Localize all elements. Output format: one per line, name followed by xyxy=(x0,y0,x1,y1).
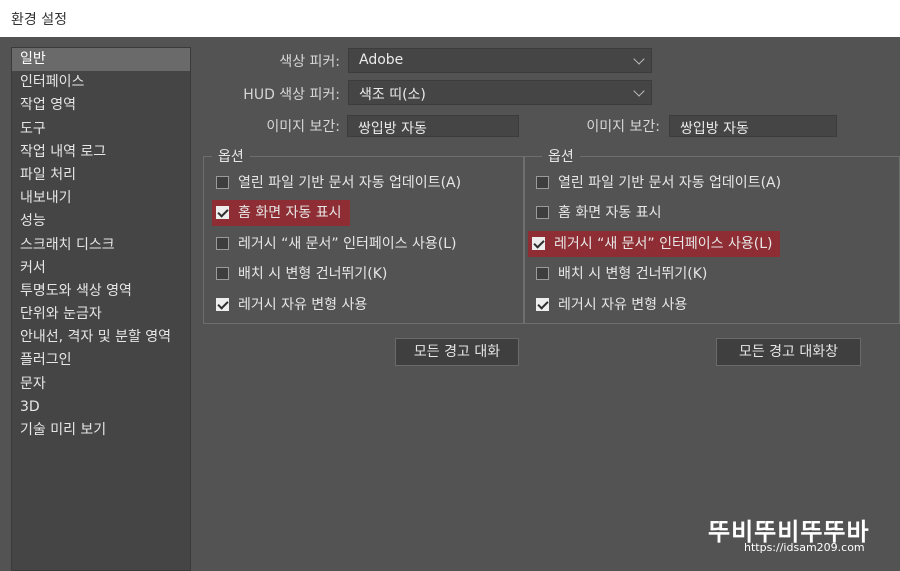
hud-color-picker-label: HUD 색상 피커: xyxy=(243,87,340,103)
hud-color-picker-select[interactable]: 색조 띠(소) xyxy=(348,80,652,105)
checkbox[interactable] xyxy=(536,176,549,189)
checkbox[interactable] xyxy=(216,267,229,280)
window-title: 환경 설정 xyxy=(0,0,900,37)
option-skip-transform-on-place[interactable]: 배치 시 변형 건너뛰기(K) xyxy=(532,261,715,287)
option-label: 열린 파일 기반 문서 자동 업데이트(A) xyxy=(558,175,782,191)
options-group-left: 옵션 열린 파일 기반 문서 자동 업데이트(A) 홈 화면 자동 표시 레거시… xyxy=(203,146,525,324)
option-legacy-free-transform[interactable]: 레거시 자유 변형 사용 xyxy=(212,292,375,318)
sidebar-item-cursors[interactable]: 커서 xyxy=(12,257,190,280)
sidebar-item-export[interactable]: 내보내기 xyxy=(12,187,190,210)
checkbox[interactable] xyxy=(216,237,229,250)
image-interpolation-label: 이미지 보간: xyxy=(266,119,340,135)
option-label: 배치 시 변형 건너뛰기(K) xyxy=(238,266,388,282)
color-picker-label: 색상 피커: xyxy=(279,54,340,70)
option-legacy-free-transform[interactable]: 레거시 자유 변형 사용 xyxy=(532,292,695,318)
option-legacy-new-document[interactable]: 레거시 “새 문서” 인터페이스 사용(L) xyxy=(528,231,781,257)
image-interpolation-label-right: 이미지 보간: xyxy=(586,119,660,135)
image-interpolation-select-right[interactable]: 쌍입방 자동 xyxy=(669,115,837,137)
option-legacy-new-document[interactable]: 레거시 “새 문서” 인터페이스 사용(L) xyxy=(212,231,464,257)
checkbox[interactable] xyxy=(216,176,229,189)
reset-all-warnings-button[interactable]: 모든 경고 대화 xyxy=(395,338,519,366)
chevron-down-icon xyxy=(633,85,645,97)
option-auto-update-open-docs[interactable]: 열린 파일 기반 문서 자동 업데이트(A) xyxy=(212,170,469,196)
chevron-down-icon xyxy=(633,53,645,65)
sidebar-item-interface[interactable]: 인터페이스 xyxy=(12,71,190,94)
preferences-sidebar: 일반 인터페이스 작업 영역 도구 작업 내역 로그 파일 처리 내보내기 성능… xyxy=(11,47,191,571)
sidebar-item-performance[interactable]: 성능 xyxy=(12,210,190,233)
sidebar-item-workspace[interactable]: 작업 영역 xyxy=(12,94,190,117)
sidebar-item-transparency-gamut[interactable]: 투명도와 색상 영역 xyxy=(12,280,190,303)
option-auto-show-home-screen[interactable]: 홈 화면 자동 표시 xyxy=(212,200,350,226)
checkbox[interactable] xyxy=(536,267,549,280)
options-group-title: 옵션 xyxy=(212,146,250,166)
options-group-title: 옵션 xyxy=(542,146,580,166)
option-label: 열린 파일 기반 문서 자동 업데이트(A) xyxy=(238,175,462,191)
options-group-right: 옵션 열린 파일 기반 문서 자동 업데이트(A) 홈 화면 자동 표시 레거시… xyxy=(523,146,900,324)
sidebar-item-plugins[interactable]: 플러그인 xyxy=(12,349,190,372)
reset-all-warnings-button-right[interactable]: 모든 경고 대화창 xyxy=(716,338,861,366)
option-skip-transform-on-place[interactable]: 배치 시 변형 건너뛰기(K) xyxy=(212,261,395,287)
watermark: 뚜비뚜비뚜뚜바 https://idsam209.com xyxy=(708,512,892,562)
sidebar-item-units-rulers[interactable]: 단위와 눈금자 xyxy=(12,303,190,326)
image-interpolation-select[interactable]: 쌍입방 자동 xyxy=(347,115,519,137)
option-label: 홈 화면 자동 표시 xyxy=(558,205,662,221)
sidebar-item-file-handling[interactable]: 파일 처리 xyxy=(12,164,190,187)
option-label: 홈 화면 자동 표시 xyxy=(238,205,342,221)
option-auto-update-open-docs[interactable]: 열린 파일 기반 문서 자동 업데이트(A) xyxy=(532,170,789,196)
sidebar-item-history-log[interactable]: 작업 내역 로그 xyxy=(12,141,190,164)
checkbox-checked[interactable] xyxy=(536,298,549,311)
option-label: 레거시 “새 문서” 인터페이스 사용(L) xyxy=(238,236,457,252)
sidebar-item-type[interactable]: 문자 xyxy=(12,373,190,396)
hud-color-picker-value: 색조 띠(소) xyxy=(359,87,426,103)
option-label: 레거시 “새 문서” 인터페이스 사용(L) xyxy=(554,236,773,252)
option-label: 레거시 자유 변형 사용 xyxy=(558,297,688,313)
watermark-url: https://idsam209.com xyxy=(744,541,865,554)
sidebar-item-general[interactable]: 일반 xyxy=(12,48,190,72)
sidebar-item-tools[interactable]: 도구 xyxy=(12,118,190,141)
checkbox-checked[interactable] xyxy=(216,206,229,219)
sidebar-item-3d[interactable]: 3D xyxy=(12,396,190,419)
color-picker-value: Adobe xyxy=(359,52,404,68)
option-auto-show-home-screen[interactable]: 홈 화면 자동 표시 xyxy=(532,200,670,226)
sidebar-item-scratch-disks[interactable]: 스크래치 디스크 xyxy=(12,234,190,257)
checkbox-checked[interactable] xyxy=(216,298,229,311)
color-picker-select[interactable]: Adobe xyxy=(348,48,652,73)
option-label: 레거시 자유 변형 사용 xyxy=(238,297,368,313)
option-label: 배치 시 변형 건너뛰기(K) xyxy=(558,266,708,282)
sidebar-item-technology-previews[interactable]: 기술 미리 보기 xyxy=(12,419,190,442)
sidebar-item-guides-grid-slices[interactable]: 안내선, 격자 및 분할 영역 xyxy=(12,326,190,349)
checkbox[interactable] xyxy=(536,206,549,219)
checkbox-checked[interactable] xyxy=(532,237,545,250)
